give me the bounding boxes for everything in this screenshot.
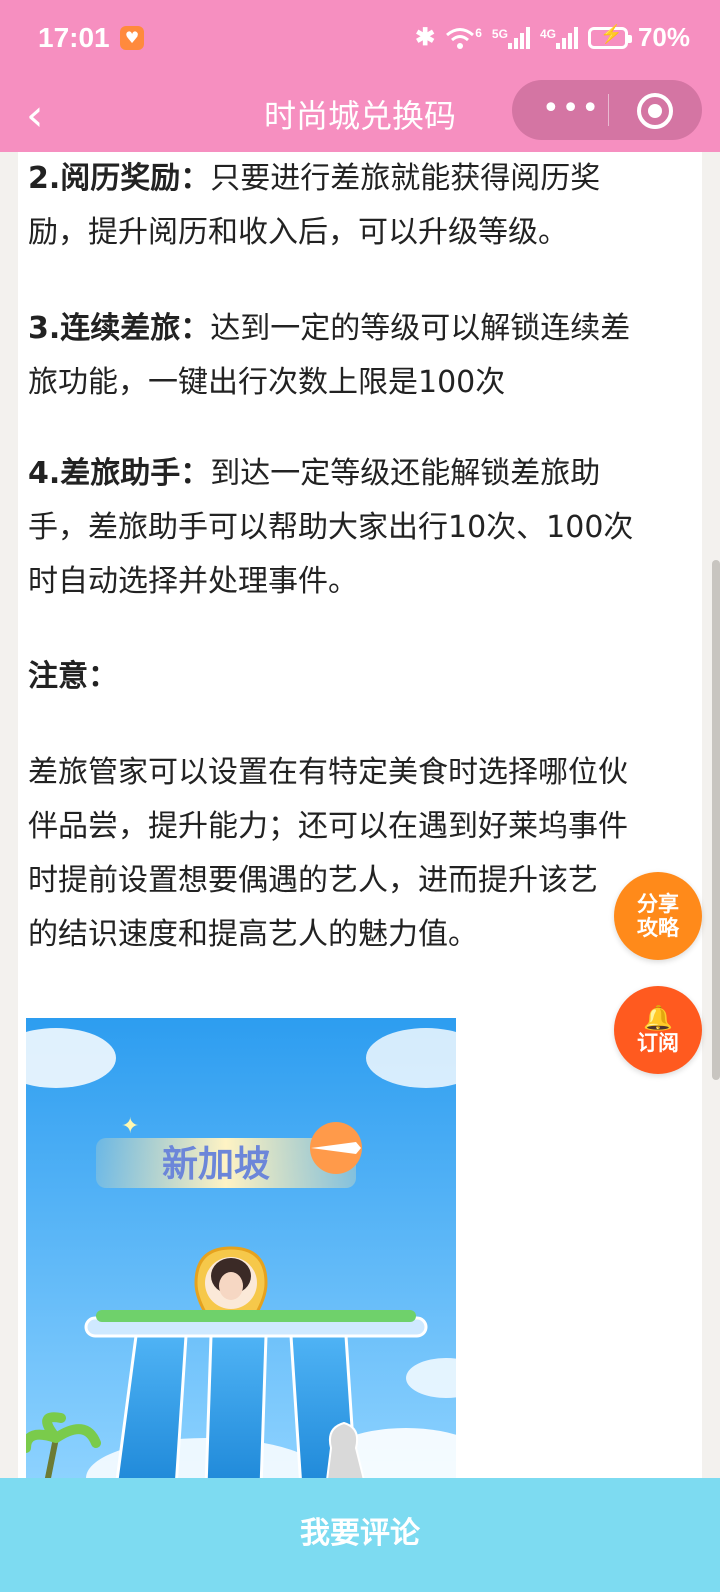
paragraph-assistant-heading: 4.差旅助手： (28, 456, 211, 491)
note-line4: 的结识速度和提高艺人的魅力值。 (28, 917, 478, 952)
share-label-line2: 攻略 (637, 916, 679, 940)
note-line2: 伴品尝，提升能力；还可以在遇到好莱坞事件 (28, 809, 628, 844)
status-bar: 17:01 ♥ ✱ 6 5G 4G ⚡ 70% (0, 0, 720, 80)
singapore-scene: 新加坡 ✦ (26, 1018, 456, 1478)
paragraph-continuous-heading: 3.连续差旅： (28, 311, 211, 346)
notification-heart-icon: ♥ (120, 26, 144, 50)
paragraph-assistant: 4.差旅助手：到达一定等级还能解锁差旅助 手，差旅助手可以帮助大家出行10次、1… (28, 447, 678, 609)
signal-5g-icon: 5G (491, 26, 530, 49)
note-line1: 差旅管家可以设置在有特定美食时选择哪位伙 (28, 755, 628, 790)
wifi-badge: 6 (475, 25, 482, 40)
status-time: 17:01 (38, 22, 110, 53)
battery-icon: ⚡ (587, 24, 632, 49)
scrollbar[interactable] (712, 560, 720, 1080)
battery-level: 70% (637, 22, 690, 52)
banner-text: 新加坡 (162, 1144, 270, 1185)
share-guide-button[interactable]: 分享 攻略 (614, 872, 702, 960)
paragraph-assistant-line1: 到达一定等级还能解锁差旅助 (210, 456, 601, 491)
paragraph-reward-heading: 2.阅历奖励： (28, 161, 211, 196)
share-label-line1: 分享 (637, 892, 679, 916)
bluetooth-icon: ✱ (415, 24, 436, 51)
article-content: 2.阅历奖励：只要进行差旅就能获得阅历奖 励，提升阅历和收入后，可以升级等级。 … (18, 152, 702, 1478)
status-icons: ✱ 6 5G 4G ⚡ 70% (415, 22, 690, 53)
subscribe-label: 订阅 (637, 1031, 679, 1055)
paragraph-reward-line2: 励，提升阅历和收入后，可以升级等级。 (28, 215, 568, 250)
mini-program-capsule: ••• (512, 80, 702, 140)
signal-4g-icon: 4G (539, 26, 578, 49)
note-line3: 时提前设置想要偶遇的艺人，进而提升该艺 (28, 863, 598, 898)
signal-5g-label: 5G (491, 26, 508, 41)
nav-bar: ‹ 时尚城兑换码 ••• (0, 80, 720, 152)
paragraph-reward: 2.阅历奖励：只要进行差旅就能获得阅历奖 励，提升阅历和收入后，可以升级等级。 (28, 152, 678, 260)
paragraph-assistant-line2: 手，差旅助手可以帮助大家出行10次、100次 (28, 510, 634, 545)
app-header: 17:01 ♥ ✱ 6 5G 4G ⚡ 70% ‹ 时尚城兑换码 ••• (0, 0, 720, 152)
paragraph-continuous-line1: 达到一定的等级可以解锁连续差 (210, 311, 631, 346)
wifi-icon: 6 (445, 26, 482, 50)
singapore-illustration: 新加坡 ✦ (26, 1018, 456, 1478)
paragraph-assistant-line3: 时自动选择并处理事件。 (28, 564, 358, 599)
note-heading: 注意： (28, 659, 118, 694)
paragraph-continuous-line2: 旅功能，一键出行次数上限是100次 (28, 365, 506, 400)
svg-text:✦: ✦ (121, 1114, 139, 1139)
subscribe-button[interactable]: 🔔 订阅 (614, 986, 702, 1074)
bell-icon: 🔔 (643, 1004, 673, 1032)
more-menu-button[interactable]: ••• (542, 92, 601, 126)
comment-button[interactable]: 我要评论 (0, 1478, 720, 1592)
paragraph-reward-line1: 只要进行差旅就能获得阅历奖 (210, 161, 601, 196)
signal-4g-label: 4G (539, 26, 556, 41)
close-target-button[interactable] (637, 93, 673, 129)
note-heading-block: 注意： (28, 650, 678, 704)
capsule-divider (608, 94, 609, 126)
paragraph-continuous: 3.连续差旅：达到一定的等级可以解锁连续差 旅功能，一键出行次数上限是100次 (28, 302, 678, 410)
paragraph-note: 差旅管家可以设置在有特定美食时选择哪位伙 伴品尝，提升能力；还可以在遇到好莱坞事… (28, 746, 678, 962)
